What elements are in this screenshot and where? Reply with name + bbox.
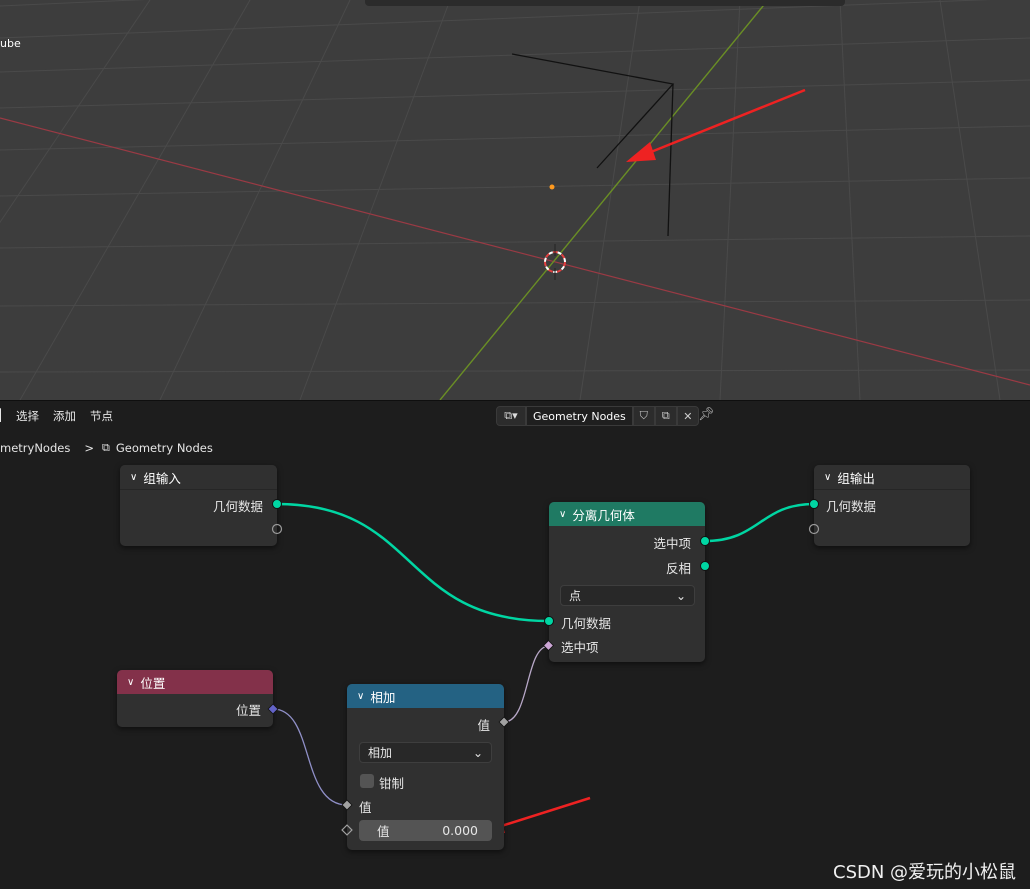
link-add-to-selection [503, 645, 550, 723]
socket-label: 值 [477, 718, 490, 733]
value-input-field[interactable]: 值 0.000 [359, 820, 492, 841]
dropdown-value: 相加 [368, 746, 393, 760]
field-value: 0.000 [442, 823, 478, 838]
node-title: 组输出 [837, 470, 875, 486]
node-title: 分离几何体 [572, 507, 635, 523]
chevron-down-icon: ⌄ [472, 745, 483, 760]
clamp-checkbox[interactable] [360, 774, 374, 788]
operation-dropdown[interactable]: 相加 ⌄ [359, 742, 492, 763]
node-separate-geometry[interactable]: ∨ 分离几何体 选中项 反相 点 ⌄ 几何数据 选中项 [549, 502, 705, 662]
link-position-to-add [272, 708, 348, 806]
object-name-label: ube [0, 37, 21, 50]
chevron-down-icon: ⌄ [675, 588, 686, 603]
node-header[interactable]: ∨ 组输出 [814, 465, 970, 489]
dropdown-value: 点 [569, 589, 582, 603]
socket-label: 选中项 [653, 536, 691, 551]
annotation-arrow-1 [626, 88, 806, 162]
watermark: CSDN @爱玩的小松鼠 [833, 862, 1017, 883]
chevron-down-icon[interactable]: ∨ [127, 677, 134, 688]
link-geometry-to-separate [276, 502, 550, 623]
viewport-grid [0, 0, 1030, 400]
socket-label: 反相 [665, 561, 691, 576]
domain-dropdown[interactable]: 点 ⌄ [560, 585, 695, 606]
socket-label: 选中项 [561, 640, 599, 655]
node-group-output[interactable]: ∨ 组输出 几何数据 [814, 465, 970, 546]
chevron-down-icon[interactable]: ∨ [130, 472, 137, 483]
chevron-down-icon[interactable]: ∨ [824, 472, 831, 483]
chevron-down-icon[interactable]: ∨ [559, 509, 566, 520]
3d-viewport[interactable]: ube [0, 0, 1030, 400]
link-selection-to-output [704, 502, 815, 543]
node-position[interactable]: ∨ 位置 位置 [117, 670, 273, 727]
socket-label: 位置 [235, 703, 261, 718]
node-group-input[interactable]: ∨ 组输入 几何数据 [120, 465, 277, 546]
field-label: 值 [377, 824, 390, 839]
viewport-header-bar [365, 0, 845, 6]
socket-label: 几何数据 [561, 616, 612, 631]
chevron-down-icon[interactable]: ∨ [357, 691, 364, 702]
node-header[interactable]: ∨ 分离几何体 [549, 502, 705, 526]
node-title: 组输入 [143, 470, 181, 486]
socket-label: 几何数据 [826, 499, 877, 514]
checkbox-label: 钳制 [379, 776, 405, 791]
node-editor[interactable]: ▏ 选择 添加 节点 ⧉▾ Geometry Nodes ⛉ ⧉ ✕ 📌︎ me… [0, 400, 1030, 889]
node-title: 相加 [370, 689, 396, 705]
socket-label: 值 [359, 800, 372, 815]
node-header[interactable]: ∨ 组输入 [120, 465, 277, 489]
node-header[interactable]: ∨ 相加 [347, 684, 504, 708]
node-title: 位置 [140, 675, 166, 691]
node-header[interactable]: ∨ 位置 [117, 670, 273, 694]
origin-dot [549, 184, 555, 190]
node-math-add[interactable]: ∨ 相加 值 相加 ⌄ 钳制 值 值 0.000 [347, 684, 504, 850]
socket-label: 几何数据 [212, 499, 263, 514]
